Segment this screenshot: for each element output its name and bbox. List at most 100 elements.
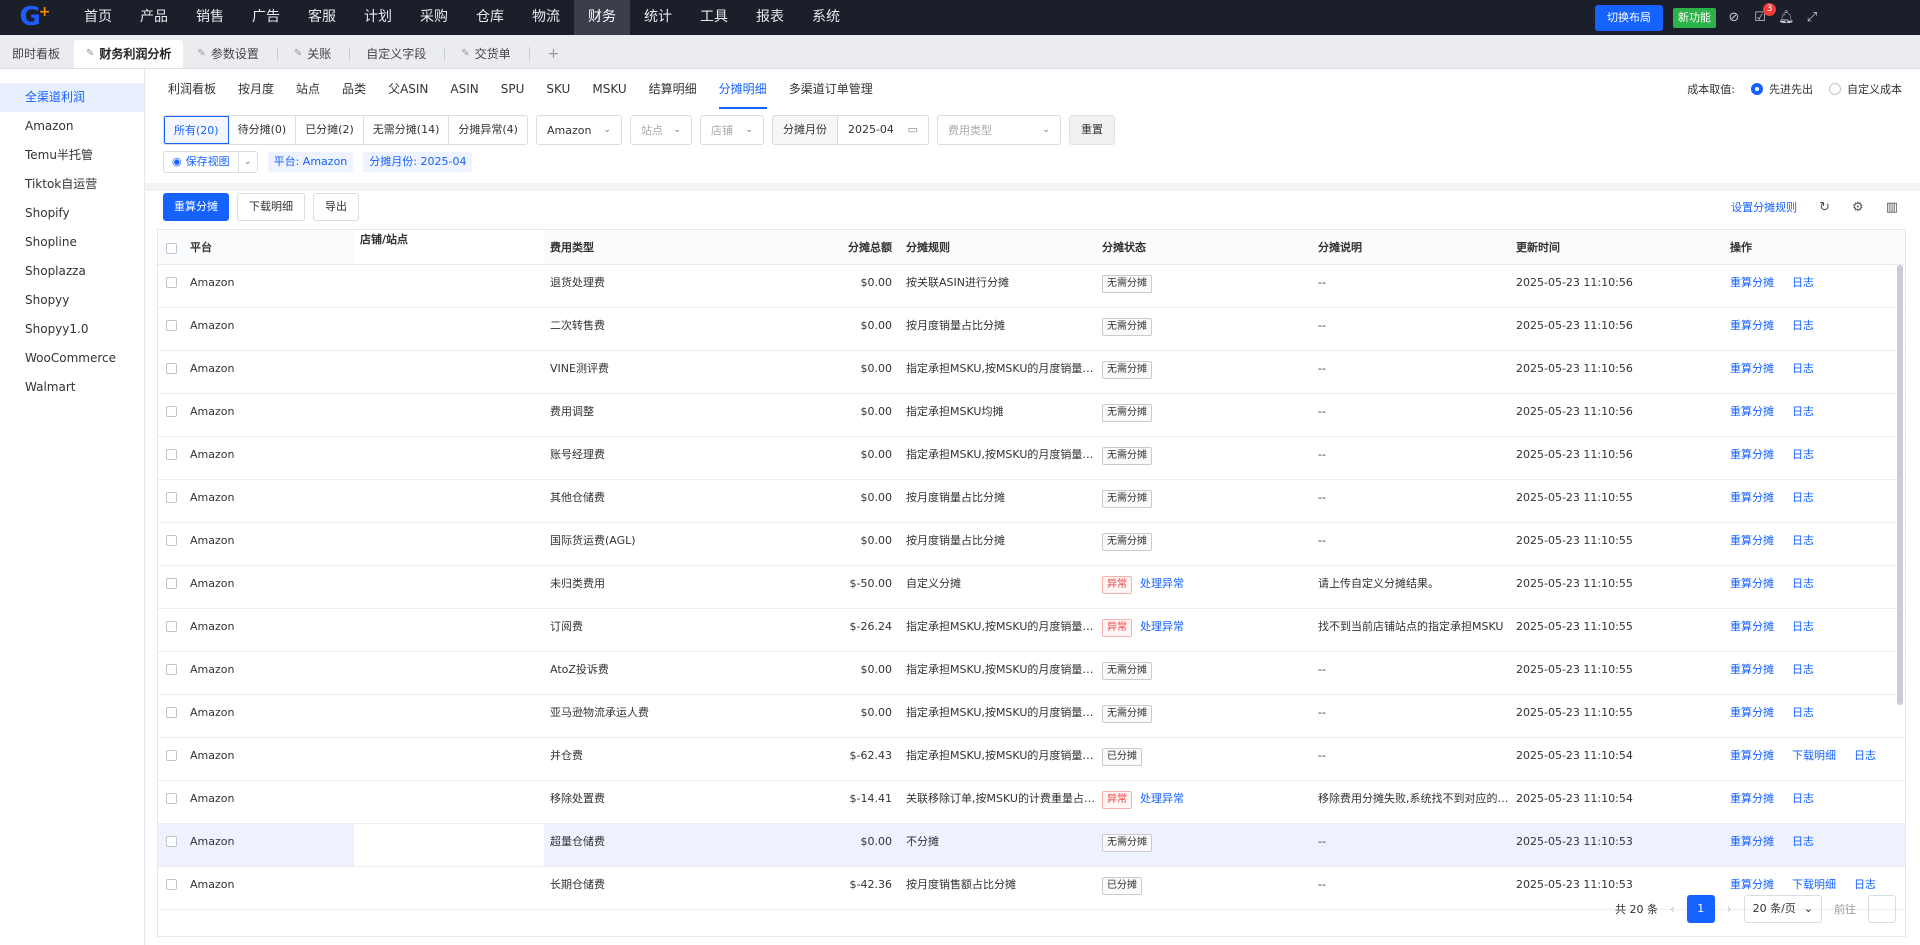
sidebar-item[interactable]: Shoplazza [0,257,144,286]
checkbox-icon[interactable] [166,750,177,761]
bell-icon[interactable]: 🔔︎ [1778,10,1795,26]
fullscreen-icon[interactable]: ⤢ [1804,10,1820,26]
row-action-link[interactable]: 日志 [1792,308,1814,344]
nav-item[interactable]: 系统 [798,0,854,35]
row-action-link[interactable]: 日志 [1792,566,1814,602]
table-scrollbar[interactable] [1897,265,1903,705]
subtab[interactable]: 利润看板 [157,69,227,109]
row-checkbox[interactable] [158,437,184,479]
row-checkbox[interactable] [158,265,184,307]
pin-icon[interactable]: ✎ [461,40,469,68]
handle-exception-link[interactable]: 处理异常 [1140,577,1184,590]
help-icon[interactable]: ⊘ [1726,10,1742,26]
download-detail-button[interactable]: 下载明细 [237,193,305,221]
row-action-link[interactable]: 重算分摊 [1730,394,1774,430]
page-tab-params[interactable]: ✎ 参数设置 [185,40,270,68]
row-action-link[interactable]: 日志 [1792,609,1814,645]
sidebar-item[interactable]: Shopyy [0,286,144,315]
checkbox-icon[interactable] [166,277,177,288]
status-segment-item[interactable]: 分摊异常(4) [449,116,527,144]
nav-item[interactable]: 产品 [126,0,182,35]
row-action-link[interactable]: 重算分摊 [1730,351,1774,387]
reset-button[interactable]: 重置 [1068,115,1115,145]
export-button[interactable]: 导出 [313,193,359,221]
status-segment-item[interactable]: 已分摊(2) [296,116,364,144]
row-action-link[interactable]: 日志 [1792,695,1814,731]
nav-item[interactable]: 物流 [518,0,574,35]
row-action-link[interactable]: 重算分摊 [1730,437,1774,473]
row-action-link[interactable]: 日志 [1792,394,1814,430]
row-checkbox[interactable] [158,781,184,823]
pin-icon[interactable]: ✎ [294,40,302,68]
set-rule-link[interactable]: 设置分摊规则 [1731,199,1797,215]
row-action-link[interactable]: 重算分摊 [1730,308,1774,344]
row-action-link[interactable]: 日志 [1792,351,1814,387]
row-checkbox[interactable] [158,867,184,909]
checkbox-icon[interactable] [166,836,177,847]
pin-icon[interactable]: ✎ [197,40,205,68]
app-logo[interactable]: G + [0,0,70,35]
row-action-link[interactable]: 日志 [1792,781,1814,817]
checkbox-icon[interactable] [166,363,177,374]
radio-fifo[interactable]: 先进先出 [1751,81,1813,97]
row-checkbox[interactable] [158,523,184,565]
row-action-link[interactable]: 日志 [1792,437,1814,473]
nav-item[interactable]: 首页 [70,0,126,35]
filter-tag-platform[interactable]: 平台: Amazon [267,152,354,172]
subtab[interactable]: SKU [535,69,581,109]
row-action-link[interactable]: 重算分摊 [1730,609,1774,645]
checkbox-icon[interactable] [166,707,177,718]
checkbox-icon[interactable] [166,879,177,890]
subtab[interactable]: 品类 [331,69,377,109]
page-tab-custom-fields[interactable]: 自定义字段 [354,40,438,68]
sidebar-item[interactable]: Amazon [0,112,144,141]
handle-exception-link[interactable]: 处理异常 [1140,620,1184,633]
row-checkbox[interactable] [158,695,184,737]
prev-page-icon[interactable]: ‹ [1670,902,1675,916]
page-tab-delivery[interactable]: ✎ 交货单 [449,40,522,68]
row-action-link[interactable]: 下载明细 [1792,738,1836,774]
sidebar-item[interactable]: Walmart [0,373,144,402]
row-checkbox[interactable] [158,609,184,651]
row-action-link[interactable]: 重算分摊 [1730,824,1774,860]
nav-item[interactable]: 计划 [350,0,406,35]
sidebar-item[interactable]: Shopify [0,199,144,228]
row-checkbox[interactable] [158,652,184,694]
row-action-link[interactable]: 重算分摊 [1730,695,1774,731]
subtab[interactable]: 分摊明细 [708,69,778,109]
month-picker[interactable]: 分摊月份 2025-04 ▭ [771,115,929,145]
fee-type-select[interactable]: 费用类型 ⌄ [936,115,1061,145]
checkbox-icon[interactable] [166,793,177,804]
row-action-link[interactable]: 重算分摊 [1730,523,1774,559]
checkbox-icon[interactable] [166,621,177,632]
row-action-link[interactable]: 日志 [1792,824,1814,860]
nav-item[interactable]: 财务 [574,0,630,35]
checkbox-icon[interactable] [166,535,177,546]
checkbox-icon[interactable] [166,578,177,589]
recalc-button[interactable]: 重算分摊 [163,193,229,221]
row-checkbox[interactable] [158,351,184,393]
site-select[interactable]: 站点 ⌄ [629,115,692,145]
row-action-link[interactable]: 重算分摊 [1730,265,1774,301]
sidebar-item[interactable]: Temu半托管 [0,141,144,170]
radio-custom-cost[interactable]: 自定义成本 [1829,81,1902,97]
nav-item[interactable]: 销售 [182,0,238,35]
status-segment-item[interactable]: 所有(20) [164,116,229,144]
subtab[interactable]: 站点 [285,69,331,109]
sidebar-item[interactable]: Shopline [0,228,144,257]
row-action-link[interactable]: 日志 [1792,480,1814,516]
nav-item[interactable]: 仓库 [462,0,518,35]
settings-icon[interactable]: ⚙ [1852,200,1864,215]
handle-exception-link[interactable]: 处理异常 [1140,792,1184,805]
subtab[interactable]: ASIN [439,69,489,109]
row-action-link[interactable]: 日志 [1854,738,1876,774]
page-size-select[interactable]: 20 条/页 ⌄ [1743,895,1822,923]
new-feature-button[interactable]: 新功能 [1673,7,1716,28]
platform-select[interactable]: Amazon ⌄ [535,115,622,145]
sidebar-item[interactable]: WooCommerce [0,344,144,373]
subtab[interactable]: 结算明细 [638,69,708,109]
row-action-link[interactable]: 日志 [1792,652,1814,688]
select-all-checkbox[interactable] [158,230,184,264]
sidebar-item[interactable]: 全渠道利润 [0,83,144,112]
nav-item[interactable]: 广告 [238,0,294,35]
